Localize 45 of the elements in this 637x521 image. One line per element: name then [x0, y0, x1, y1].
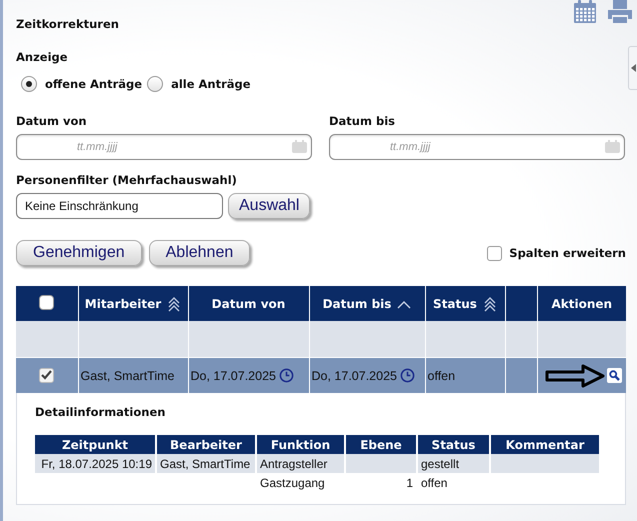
- page-title: Zeitkorrekturen: [16, 17, 120, 31]
- field-label: Datum bis: [329, 114, 396, 128]
- search-icon[interactable]: [607, 368, 622, 383]
- field-label: Personenfilter (Mehrfachauswahl): [16, 173, 238, 187]
- checkbox[interactable]: [487, 246, 502, 260]
- row-checkbox[interactable]: [39, 368, 54, 383]
- action-button[interactable]: Genehmigen: [16, 240, 142, 266]
- action-button[interactable]: Ablehnen: [148, 240, 250, 266]
- table-cell: offen: [428, 368, 456, 382]
- detail-title: Detailinformationen: [35, 405, 166, 419]
- date-field[interactable]: tt.mm.jjjj: [329, 134, 625, 160]
- table-cell: offen: [421, 476, 448, 490]
- select-button[interactable]: Auswahl: [228, 193, 310, 219]
- table-cell: 1: [406, 476, 413, 490]
- table-cell: Do, 17.07.2025: [312, 368, 397, 382]
- clock-icon[interactable]: [400, 368, 415, 383]
- table-cell: gestellt: [421, 456, 460, 470]
- table-cell: Antragsteller: [260, 456, 328, 470]
- table-cell: Gast, SmartTime: [160, 456, 250, 470]
- person-filter-field[interactable]: Keine Einschränkung: [16, 193, 223, 219]
- column-header: Kommentar: [506, 438, 584, 452]
- column-header: Zeitpunkt: [62, 438, 128, 452]
- field-label: Datum von: [16, 114, 88, 128]
- section-label: Anzeige: [16, 50, 69, 64]
- radio-option[interactable]: alle Anträge: [142, 76, 251, 92]
- column-header: Status: [432, 438, 476, 452]
- radio-option[interactable]: offene Anträge: [16, 76, 142, 92]
- column-header: Funktion: [270, 438, 330, 452]
- clock-icon[interactable]: [279, 368, 294, 383]
- table-cell: Do, 17.07.2025: [190, 368, 276, 382]
- column-header: Bearbeiter: [170, 438, 242, 452]
- sort-icon[interactable]: [167, 296, 182, 312]
- caret-icon[interactable]: [630, 64, 636, 72]
- select-all-checkbox[interactable]: [39, 294, 54, 310]
- table-cell: Gastzugang: [260, 476, 325, 490]
- sort-icon[interactable]: [482, 296, 497, 312]
- table-cell: Gast, SmartTime: [80, 368, 174, 382]
- date-field[interactable]: tt.mm.jjjj: [16, 134, 312, 160]
- arrow-icon: [545, 364, 605, 388]
- calendar-icon[interactable]: [573, 0, 597, 24]
- column-header: Ebene: [360, 438, 402, 452]
- table-cell: Fr, 18.07.2025 10:19: [41, 456, 152, 470]
- checkbox-label: Spalten erweitern: [509, 246, 626, 260]
- printer-icon[interactable]: [607, 0, 633, 24]
- collapse-tab[interactable]: [628, 46, 637, 90]
